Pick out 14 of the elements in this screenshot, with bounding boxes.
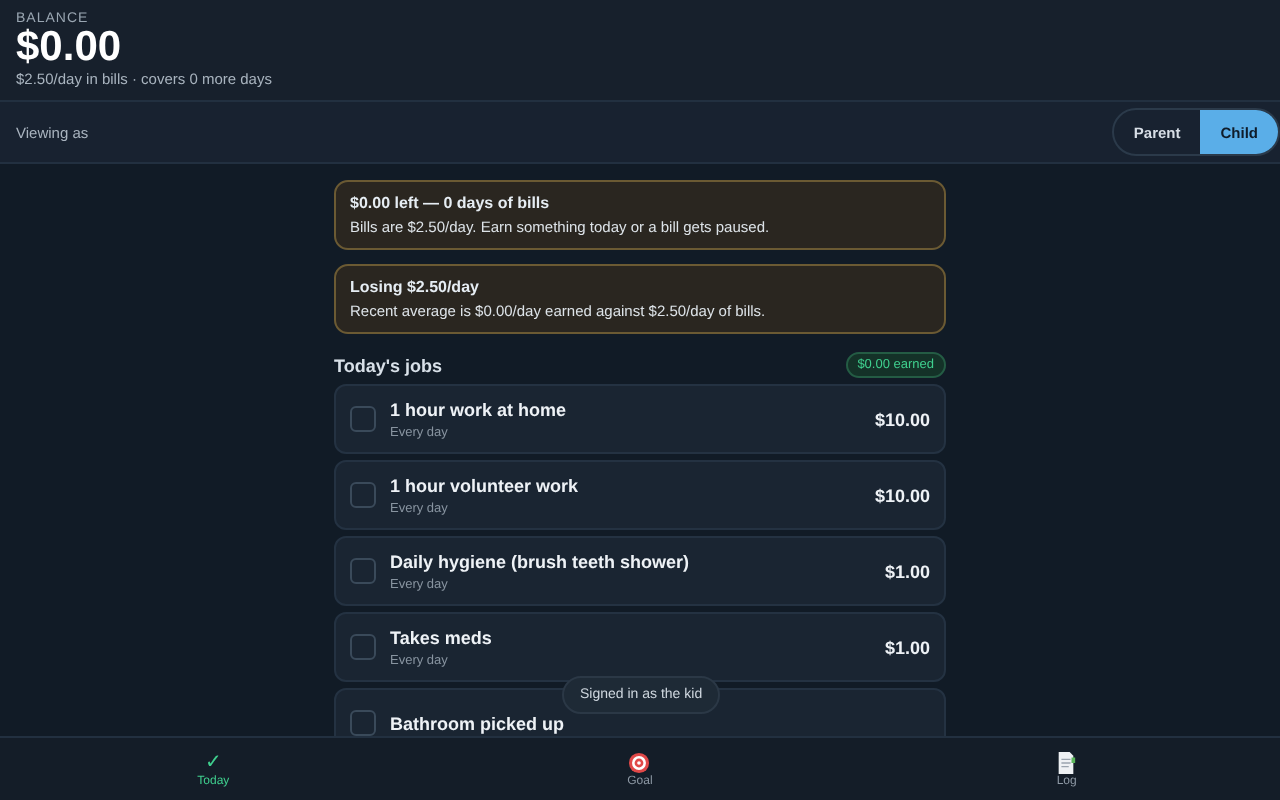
warning-title: $0.00 left — 0 days of bills — [350, 194, 552, 212]
job-amount: $1.00 — [884, 637, 930, 657]
job-name: 1 hour work at home — [390, 399, 567, 419]
balance-amount: $0.00 — [16, 26, 122, 70]
warning-title: Losing $2.50/day — [350, 278, 481, 296]
section-title: Today's jobs — [334, 355, 442, 375]
job-name: Daily hygiene (brush teeth shower) — [390, 551, 690, 571]
job-amount: $1.00 — [884, 561, 930, 581]
job-name: 1 hour volunteer work — [390, 475, 579, 495]
job-name: Takes meds — [390, 627, 492, 647]
job-amount: $10.00 — [874, 409, 930, 429]
check-icon: ✓ — [205, 751, 222, 773]
job-name: Bathroom picked up — [390, 713, 565, 733]
job-amount: $10.00 — [874, 485, 930, 505]
